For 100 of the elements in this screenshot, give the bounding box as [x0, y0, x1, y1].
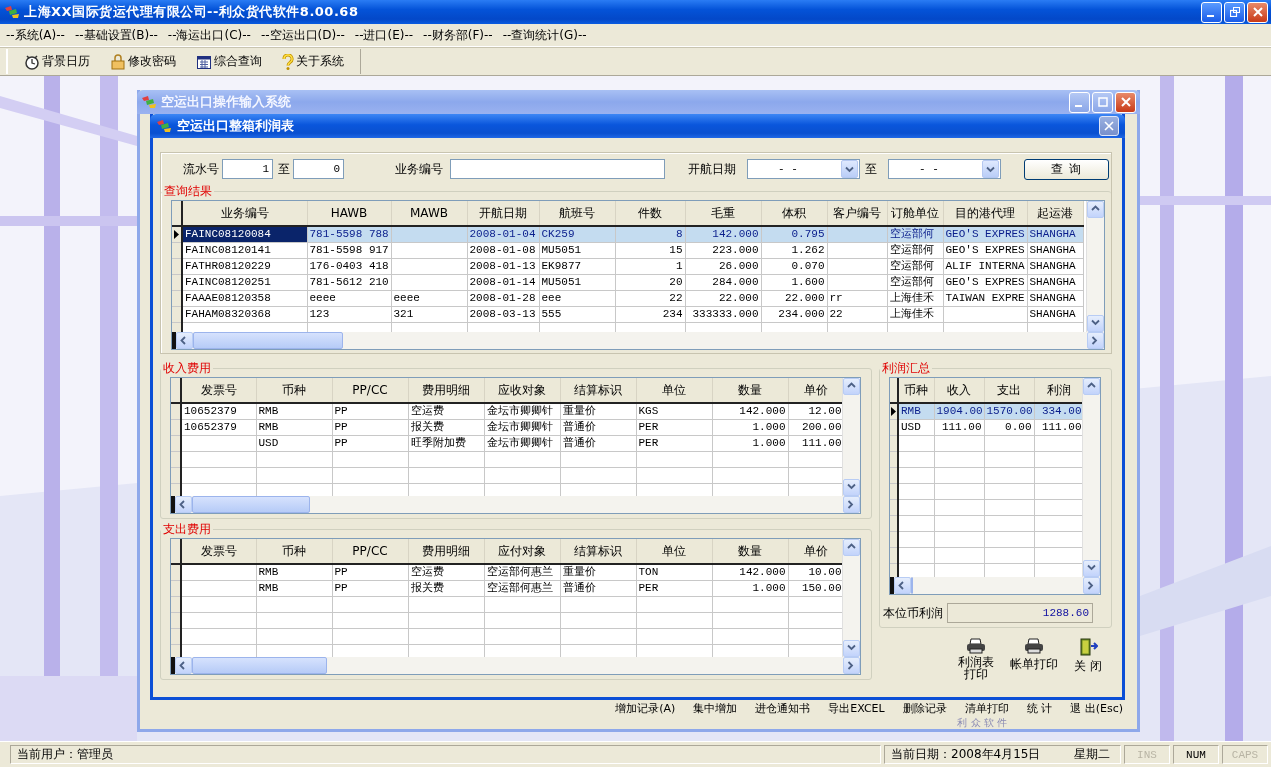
column-header[interactable]: 目的港代理	[943, 201, 1027, 226]
data-grid[interactable]: 发票号 币种 PP/CC 费用明细 应付对象 结算标识 单位 数量 单价 RMB PP 空运费 空运部何惠兰 重量价 TON 142.000 10.00 RMB PP 报关费 空运部何惠兰 普通价 PER 1.000 150.00	[170, 538, 861, 675]
scrollbar-thumb[interactable]	[911, 577, 913, 594]
menu-item[interactable]: --系统(A)--	[4, 26, 73, 44]
scroll-up-button[interactable]	[1083, 378, 1100, 395]
scroll-right-button[interactable]	[1083, 577, 1100, 594]
scroll-right-icon	[847, 661, 856, 670]
restore-button[interactable]	[1224, 1, 1245, 23]
scrollbar-thumb[interactable]	[192, 496, 310, 513]
horizontal-scrollbar[interactable]	[171, 657, 860, 674]
menu-item[interactable]: --基础设置(B)--	[72, 26, 166, 44]
column-header[interactable]: 数量	[712, 539, 788, 564]
vertical-scrollbar[interactable]	[1082, 378, 1100, 577]
scroll-down-button[interactable]	[1083, 560, 1100, 577]
column-header[interactable]: HAWB	[307, 201, 391, 226]
horizontal-scrollbar[interactable]	[171, 496, 860, 513]
date-combo[interactable]: - -	[888, 159, 1001, 179]
serial-to-field[interactable]: 0	[293, 159, 344, 179]
vertical-scrollbar[interactable]	[842, 378, 860, 496]
column-header[interactable]: 体积	[761, 201, 827, 226]
column-header[interactable]: 件数	[615, 201, 685, 226]
column-header[interactable]: 数量	[712, 378, 788, 403]
menu-item[interactable]: --财务部(F)--	[421, 26, 501, 44]
horizontal-scrollbar[interactable]	[890, 577, 1100, 594]
action-button[interactable]: 关 闭	[1070, 638, 1106, 680]
scroll-down-button[interactable]	[843, 640, 860, 657]
close-button[interactable]	[1099, 116, 1119, 136]
scroll-up-button[interactable]	[843, 539, 860, 556]
column-header[interactable]: 利润	[1034, 378, 1082, 403]
column-header[interactable]: PP/CC	[332, 378, 408, 403]
column-header[interactable]: 结算标识	[560, 539, 636, 564]
scrollbar-thumb[interactable]	[193, 332, 343, 349]
vertical-scrollbar[interactable]	[842, 539, 860, 657]
action-button[interactable]: 利润表打印	[954, 638, 999, 680]
scroll-right-button[interactable]	[1087, 332, 1104, 349]
column-header[interactable]: 订舱单位	[887, 201, 943, 226]
column-header[interactable]: 业务编号	[182, 201, 307, 226]
menu-item[interactable]: --海运出口(C)--	[165, 26, 259, 44]
toolbar-button[interactable]: 关于系统	[272, 53, 354, 70]
action-button[interactable]: 帐单打印	[1006, 638, 1063, 680]
column-header[interactable]: 起运港	[1027, 201, 1083, 226]
base-profit-field[interactable]: 1288.60	[947, 603, 1093, 623]
toolbar-button[interactable]: 背景日历	[14, 53, 100, 70]
scroll-left-button[interactable]	[175, 657, 192, 674]
scroll-up-button[interactable]	[843, 378, 860, 395]
column-header[interactable]: 收入	[934, 378, 984, 403]
column-header[interactable]: 币种	[256, 539, 332, 564]
field-label: 至	[278, 160, 290, 178]
column-header[interactable]: 发票号	[181, 539, 256, 564]
toolbar-button[interactable]: 删除记录	[894, 700, 955, 717]
menu-item[interactable]: --空运出口(D)--	[258, 26, 353, 44]
column-header[interactable]: 应收对象	[484, 378, 560, 403]
scroll-right-button[interactable]	[843, 657, 860, 674]
column-header[interactable]: 单价	[788, 539, 842, 564]
toolbar-button[interactable]: 综合查询	[186, 53, 272, 70]
toolbar-button[interactable]: 集中增加	[685, 700, 746, 717]
scroll-up-button[interactable]	[1087, 201, 1104, 218]
minimize-button[interactable]	[1201, 1, 1222, 23]
data-grid[interactable]: 币种 收入 支出 利润 RMB 1904.00 1570.00 334.00 USD 111.00 0.00 111.00	[889, 377, 1101, 595]
menu-item[interactable]: --查询统计(G)--	[500, 26, 595, 44]
column-header[interactable]: 单位	[636, 539, 712, 564]
column-header[interactable]: 币种	[256, 378, 332, 403]
column-header[interactable]: 开航日期	[467, 201, 539, 226]
menu-item[interactable]: --进口(E)--	[352, 26, 422, 44]
date-combo[interactable]: - -	[747, 159, 860, 179]
column-header[interactable]: 费用明细	[408, 378, 484, 403]
column-header[interactable]: 费用明细	[408, 539, 484, 564]
data-grid[interactable]: 发票号 币种 PP/CC 费用明细 应收对象 结算标识 单位 数量 单价 10652379 RMB PP 空运费 金坛市卿卿针 重量价 KGS 142.000 12.00 10652379 RMB PP 报关费 金坛市卿卿针 普通价 PER 1.000 200.00 USD PP 旺季附加费 金坛市卿卿针 普通价 PER 1.000 111.00	[170, 377, 861, 514]
column-header[interactable]: MAWB	[391, 201, 467, 226]
scroll-right-button[interactable]	[843, 496, 860, 513]
toolbar-button[interactable]: 退 出(Esc)	[1062, 700, 1131, 717]
column-header[interactable]: 单价	[788, 378, 842, 403]
scroll-left-button[interactable]	[175, 496, 192, 513]
toolbar-button[interactable]: 增加记录(A)	[607, 700, 684, 717]
column-header[interactable]: 结算标识	[560, 378, 636, 403]
query-button[interactable]: 查 询	[1024, 158, 1109, 180]
toolbar-button[interactable]: 导出EXCEL	[820, 700, 893, 717]
horizontal-scrollbar[interactable]	[172, 332, 1104, 349]
scroll-down-button[interactable]	[843, 479, 860, 496]
toolbar-button[interactable]: 清单打印	[956, 700, 1017, 717]
table-cell: 1	[615, 258, 685, 275]
column-header[interactable]: 客户编号	[827, 201, 887, 226]
scroll-left-button[interactable]	[176, 332, 193, 349]
column-header[interactable]: 币种	[898, 378, 934, 403]
business-number-field[interactable]	[450, 159, 665, 179]
vertical-scrollbar[interactable]	[1086, 201, 1104, 332]
column-header[interactable]: 航班号	[539, 201, 615, 226]
toolbar-button[interactable]: 统 计	[1018, 700, 1061, 717]
column-header[interactable]: 支出	[984, 378, 1034, 403]
column-header[interactable]: PP/CC	[332, 539, 408, 564]
column-header[interactable]: 发票号	[181, 378, 256, 403]
column-header[interactable]: 毛重	[685, 201, 761, 226]
scroll-down-button[interactable]	[1087, 315, 1104, 332]
scroll-left-button[interactable]	[894, 577, 911, 594]
column-header[interactable]: 应付对象	[484, 539, 560, 564]
column-header[interactable]: 单位	[636, 378, 712, 403]
toolbar-button[interactable]: 进仓通知书	[747, 700, 819, 717]
serial-from-field[interactable]: 1	[222, 159, 273, 179]
scrollbar-thumb[interactable]	[192, 657, 327, 674]
toolbar-button[interactable]: 修改密码	[100, 53, 186, 70]
